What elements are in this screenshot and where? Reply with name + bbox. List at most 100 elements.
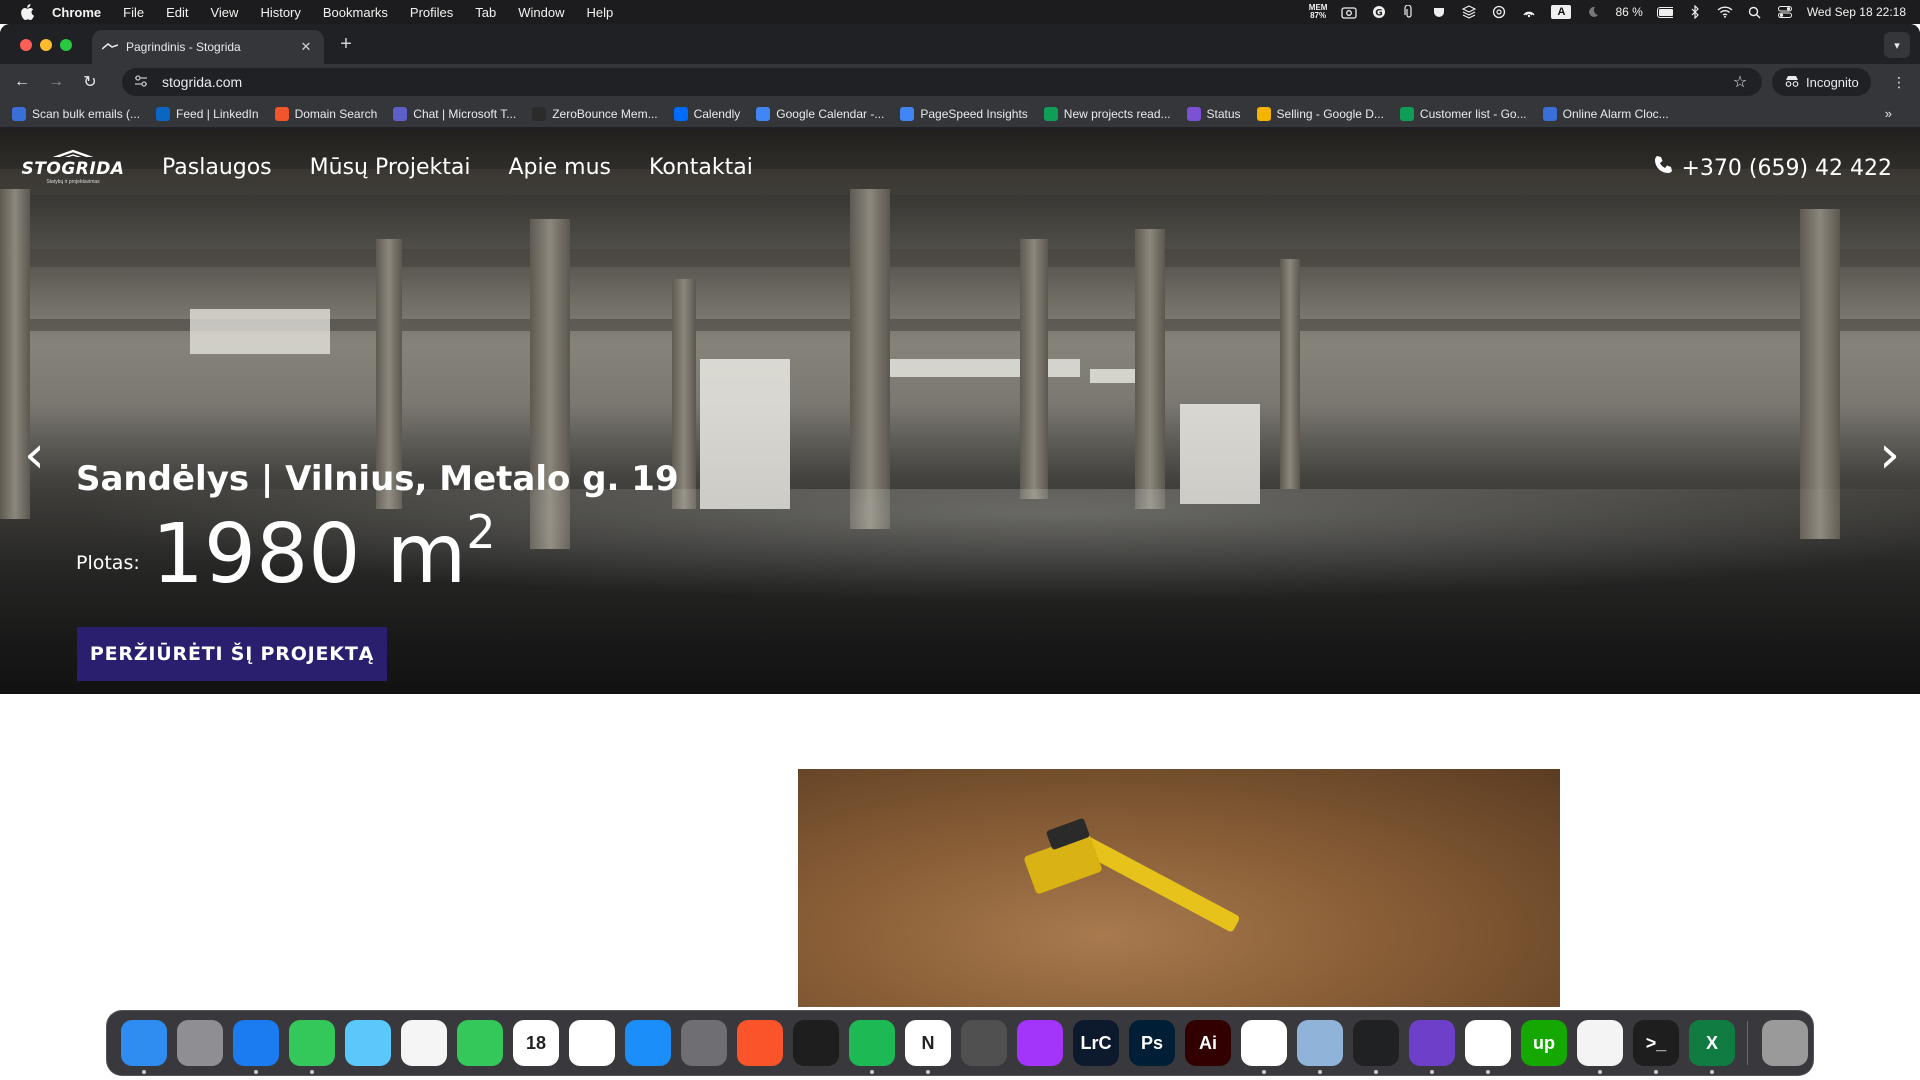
bookmark-item[interactable]: Domain Search bbox=[274, 106, 377, 121]
incognito-indicator[interactable]: Incognito bbox=[1772, 68, 1871, 96]
system-settings-icon[interactable] bbox=[681, 1020, 727, 1066]
terminal-icon[interactable]: >_ bbox=[1633, 1020, 1679, 1074]
facetime-icon[interactable] bbox=[457, 1020, 503, 1066]
bookmark-star-icon[interactable]: ☆ bbox=[1728, 72, 1752, 92]
site-info-icon[interactable] bbox=[134, 74, 152, 90]
forward-arrow-icon[interactable]: → bbox=[44, 70, 68, 94]
tab-active[interactable]: Pagrindinis - Stogrida ✕ bbox=[92, 30, 324, 64]
control-center-icon[interactable] bbox=[1777, 5, 1793, 19]
menu-file[interactable]: File bbox=[123, 5, 144, 20]
bookmark-item[interactable]: Customer list - Go... bbox=[1399, 106, 1527, 121]
menu-tab[interactable]: Tab bbox=[475, 5, 496, 20]
memory-monitor[interactable]: MEM 87% bbox=[1309, 4, 1328, 20]
menu-edit[interactable]: Edit bbox=[166, 5, 188, 20]
menu-history[interactable]: History bbox=[260, 5, 300, 20]
photos-icon[interactable] bbox=[401, 1020, 447, 1066]
nav-musu-projektai[interactable]: Mūsų Projektai bbox=[310, 155, 471, 180]
bookmark-item[interactable]: Selling - Google D... bbox=[1256, 106, 1384, 121]
reminders-icon[interactable] bbox=[569, 1020, 615, 1066]
airdrop-icon[interactable] bbox=[1521, 5, 1537, 19]
menubar-clock[interactable]: Wed Sep 18 22:18 bbox=[1807, 5, 1906, 19]
nav-paslaugos[interactable]: Paslaugos bbox=[162, 155, 272, 180]
excel-icon[interactable]: X bbox=[1689, 1020, 1735, 1074]
teams-icon bbox=[393, 106, 408, 121]
calculator-icon[interactable] bbox=[961, 1020, 1007, 1066]
screenshot-icon[interactable] bbox=[1341, 5, 1358, 19]
brave-icon[interactable] bbox=[737, 1020, 783, 1066]
messages-icon[interactable] bbox=[289, 1020, 335, 1074]
fullscreen-window-button[interactable] bbox=[60, 39, 72, 51]
bookmark-item[interactable]: Chat | Microsoft T... bbox=[393, 106, 516, 121]
cup-icon[interactable] bbox=[1431, 5, 1447, 19]
safari-icon[interactable] bbox=[233, 1020, 279, 1074]
site-logo[interactable]: STOGRIDA Statybų ir projektavimas bbox=[22, 149, 124, 185]
apple-menu-icon[interactable] bbox=[18, 3, 36, 21]
tab-search-chevron-icon[interactable]: ▾ bbox=[1884, 32, 1910, 58]
photoshop-icon[interactable]: Ps bbox=[1129, 1020, 1175, 1066]
spotlight-search-icon[interactable] bbox=[1747, 5, 1763, 19]
messenger-icon[interactable] bbox=[1017, 1020, 1063, 1066]
nav-apie-mus[interactable]: Apie mus bbox=[509, 155, 612, 180]
trash-icon[interactable] bbox=[1762, 1020, 1808, 1066]
menu-app-name[interactable]: Chrome bbox=[52, 5, 101, 20]
bookmark-item[interactable]: Calendly bbox=[673, 106, 740, 121]
address-bar[interactable]: stogrida.com ☆ bbox=[122, 68, 1762, 96]
chrome-icon[interactable] bbox=[1241, 1020, 1287, 1074]
bluetooth-icon[interactable] bbox=[1687, 5, 1703, 19]
bookmark-item[interactable]: New projects read... bbox=[1043, 106, 1171, 121]
focus-moon-icon[interactable] bbox=[1585, 5, 1601, 19]
view-project-button[interactable]: PERŽIŪRĖTI ŠĮ PROJEKTĄ bbox=[77, 627, 387, 681]
finder-icon[interactable] bbox=[121, 1020, 167, 1074]
notion-icon[interactable]: N bbox=[905, 1020, 951, 1074]
lightroom-icon[interactable]: LrC bbox=[1073, 1020, 1119, 1066]
tab-title: Pagrindinis - Stogrida bbox=[126, 40, 241, 54]
preview-icon[interactable] bbox=[1297, 1020, 1343, 1074]
figma-icon[interactable] bbox=[793, 1020, 839, 1066]
address-url[interactable]: stogrida.com bbox=[162, 74, 1728, 90]
menu-profiles[interactable]: Profiles bbox=[410, 5, 453, 20]
tab-close-icon[interactable]: ✕ bbox=[298, 39, 314, 55]
back-arrow-icon[interactable]: ← bbox=[10, 70, 34, 94]
layers-icon[interactable] bbox=[1461, 5, 1477, 19]
battery-icon[interactable] bbox=[1656, 5, 1673, 19]
calendar-icon[interactable]: 18 bbox=[513, 1020, 559, 1066]
chrome-menu-icon[interactable]: ⋮ bbox=[1892, 74, 1906, 91]
close-window-button[interactable] bbox=[20, 39, 32, 51]
illustrator-icon[interactable]: Ai bbox=[1185, 1020, 1231, 1066]
launchpad-icon[interactable] bbox=[177, 1020, 223, 1066]
bookmarks-overflow-icon[interactable]: » bbox=[1885, 106, 1892, 121]
new-tab-plus-icon[interactable]: + bbox=[336, 33, 356, 55]
spotify-icon[interactable] bbox=[849, 1020, 895, 1074]
input-source-icon[interactable]: A bbox=[1551, 5, 1572, 19]
slider-next-arrow-icon[interactable]: › bbox=[1879, 429, 1900, 481]
menu-view[interactable]: View bbox=[210, 5, 238, 20]
github-desktop-icon[interactable] bbox=[1409, 1020, 1455, 1074]
openai-icon[interactable] bbox=[1491, 5, 1507, 19]
maps-icon[interactable] bbox=[345, 1020, 391, 1066]
reload-icon[interactable]: ↻ bbox=[78, 70, 102, 94]
chatgpt-icon[interactable] bbox=[1353, 1020, 1399, 1074]
grammarly-icon[interactable]: G bbox=[1371, 5, 1387, 19]
bookmark-item[interactable]: PageSpeed Insights bbox=[900, 106, 1028, 121]
app-store-icon[interactable] bbox=[625, 1020, 671, 1066]
paperclip-icon[interactable] bbox=[1401, 5, 1417, 19]
bookmark-item[interactable]: ZeroBounce Mem... bbox=[532, 106, 658, 121]
bookmark-label: Selling - Google D... bbox=[1276, 106, 1384, 121]
minimize-window-button[interactable] bbox=[40, 39, 52, 51]
menu-help[interactable]: Help bbox=[587, 5, 614, 20]
vscode-icon[interactable] bbox=[1465, 1020, 1511, 1074]
bookmark-item[interactable]: Scan bulk emails (... bbox=[12, 106, 140, 121]
dock-app-label: Ps bbox=[1140, 1032, 1164, 1053]
bookmark-item[interactable]: Feed | LinkedIn bbox=[156, 106, 259, 121]
upwork-icon[interactable]: up bbox=[1521, 1020, 1567, 1066]
bookmark-item[interactable]: Google Calendar -... bbox=[756, 106, 884, 121]
slider-prev-arrow-icon[interactable]: ‹ bbox=[24, 429, 45, 481]
menu-bookmarks[interactable]: Bookmarks bbox=[323, 5, 388, 20]
menu-window[interactable]: Window bbox=[518, 5, 564, 20]
bookmark-item[interactable]: Online Alarm Cloc... bbox=[1542, 106, 1669, 121]
nav-kontaktai[interactable]: Kontaktai bbox=[649, 155, 753, 180]
phone-link[interactable]: +370 (659) 42 422 bbox=[1653, 155, 1892, 181]
textedit-icon[interactable] bbox=[1577, 1020, 1623, 1074]
bookmark-item[interactable]: Status bbox=[1186, 106, 1241, 121]
wifi-icon[interactable] bbox=[1717, 5, 1733, 19]
